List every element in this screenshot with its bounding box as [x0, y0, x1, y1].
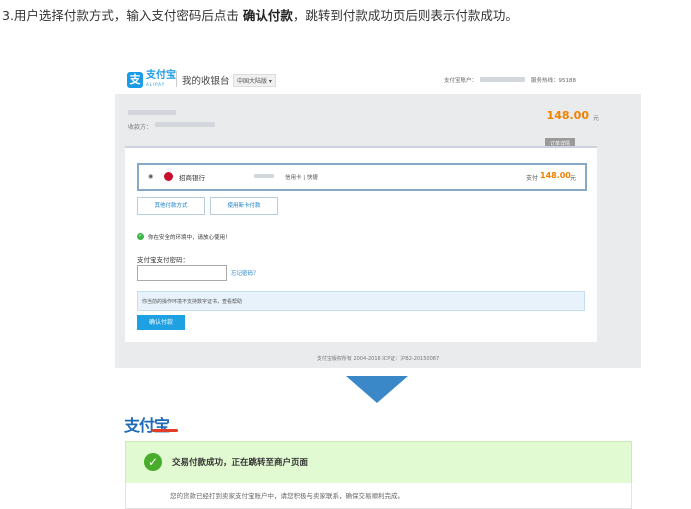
payee-blurred — [155, 122, 215, 127]
copyright: 支付宝版权所有 2004-2016 ICP证：沪B2-20150087 — [316, 356, 440, 362]
cert-notice-text: 你当前的操作环境不支持数字证书，查看帮助 — [142, 299, 243, 305]
header-divider — [176, 71, 177, 87]
new-card-button[interactable]: 使用新卡付款 — [210, 197, 278, 215]
cashier-screenshot: 支 支付宝 ALIPAY 我的收银台 中国大陆版 ▾ 支付宝账户： 服务热线：9… — [115, 64, 641, 368]
instruction-emphasis: 确认付款 — [242, 8, 293, 23]
password-label: 支付宝支付密码： — [137, 256, 189, 264]
success-note: 您的货款已经打到卖家支付宝账户中，请您积极与卖家联系，确保交易顺利完成。 — [170, 492, 404, 500]
success-banner: ✓ 交易付款成功，正在跳转至商户页面 — [125, 441, 632, 484]
order-amount-unit: 元 — [592, 115, 599, 122]
order-amount: 148.00 — [546, 109, 589, 122]
confirm-payment-button[interactable]: 确认付款 — [137, 315, 185, 330]
other-method-button[interactable]: 其他付款方式 — [137, 197, 205, 215]
alipay-logo: 支付宝 — [124, 416, 170, 435]
service-hotline: 服务热线：95188 — [531, 78, 576, 84]
safe-check-icon: ✓ — [137, 233, 144, 240]
instruction-suffix: ，跳转到付款成功页后则表示付款成功。 — [292, 8, 518, 23]
alipay-logo-sub: ALIPAY — [146, 82, 166, 87]
region-selector[interactable]: 中国大陆版 ▾ — [233, 74, 276, 87]
account-label: 支付宝账户： — [444, 78, 478, 84]
payment-method-row[interactable]: ◉ 招商银行 信用卡 | 快捷 支付 148.00 元 — [137, 163, 587, 191]
card-type: 信用卡 | 快捷 — [285, 175, 318, 181]
safe-env-text: 你在安全的环境中，请放心使用！ — [148, 235, 231, 241]
payment-panel: ◉ 招商银行 信用卡 | 快捷 支付 148.00 元 其他付款方式 使用新卡付… — [125, 146, 597, 342]
pay-amount: 148.00 — [540, 171, 571, 180]
bank-logo-icon — [164, 172, 173, 181]
cashier-header: 支 支付宝 ALIPAY 我的收银台 中国大陆版 ▾ 支付宝账户： 服务热线：9… — [115, 64, 641, 94]
success-title: 交易付款成功，正在跳转至商户页面 — [172, 458, 309, 468]
payee-label: 收款方： — [128, 124, 153, 131]
pay-label: 支付 — [526, 175, 539, 182]
instruction-text: 3.用户选择付款方式，输入支付密码后点击 确认付款，跳转到付款成功页后则表示付款… — [2, 5, 518, 24]
success-detail: 您的货款已经打到卖家支付宝账户中，请您积极与卖家联系，确保交易顺利完成。 — [125, 483, 632, 509]
password-input[interactable] — [137, 265, 227, 281]
account-blurred — [480, 77, 525, 82]
bank-name: 招商银行 — [179, 174, 205, 182]
pay-amount-unit: 元 — [570, 175, 577, 182]
alipay-logo-icon: 支 — [127, 72, 143, 88]
down-arrow-icon — [346, 376, 408, 403]
forgot-password-link[interactable]: 忘记密码？ — [231, 269, 259, 277]
cashier-title: 我的收银台 — [182, 76, 230, 87]
instruction-prefix: 3.用户选择付款方式，输入支付密码后点击 — [2, 8, 243, 23]
success-check-icon: ✓ — [144, 453, 162, 471]
alipay-logo-text: 支付宝 — [146, 70, 176, 81]
method-radio[interactable]: ◉ — [148, 173, 153, 180]
order-name-blurred — [128, 110, 176, 115]
card-number-blurred — [254, 174, 274, 178]
alipay-logo-swoosh — [152, 429, 178, 432]
cert-notice-bar: 你当前的操作环境不支持数字证书，查看帮助 — [137, 291, 585, 311]
